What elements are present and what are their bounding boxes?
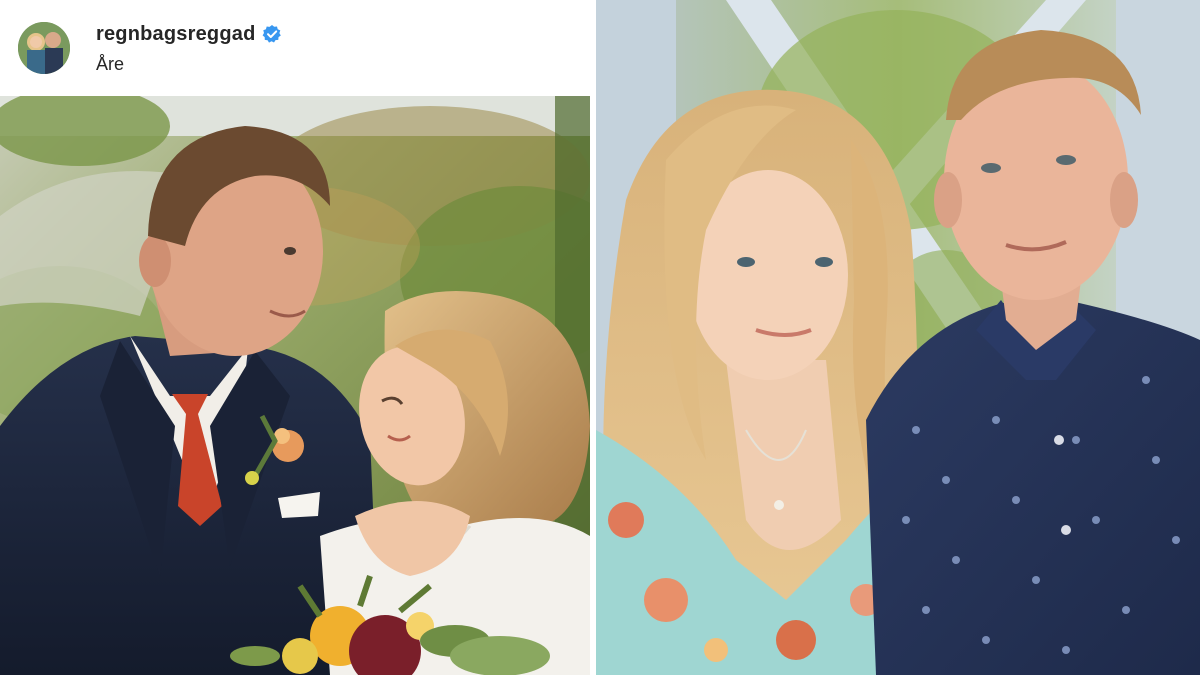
verified-badge-icon bbox=[262, 24, 282, 44]
username-row: regnbagsreggad bbox=[96, 22, 282, 46]
wedding-photo[interactable] bbox=[0, 96, 590, 675]
location-link[interactable]: Åre bbox=[96, 54, 124, 75]
screenshot-canvas: regnbagsreggad Åre bbox=[0, 0, 1200, 675]
profile-avatar-icon[interactable] bbox=[18, 22, 70, 74]
instagram-post: regnbagsreggad Åre bbox=[0, 0, 590, 675]
couple-portrait-photo bbox=[596, 0, 1200, 675]
post-header: regnbagsreggad Åre bbox=[0, 0, 590, 95]
username-link[interactable]: regnbagsreggad bbox=[96, 23, 256, 46]
